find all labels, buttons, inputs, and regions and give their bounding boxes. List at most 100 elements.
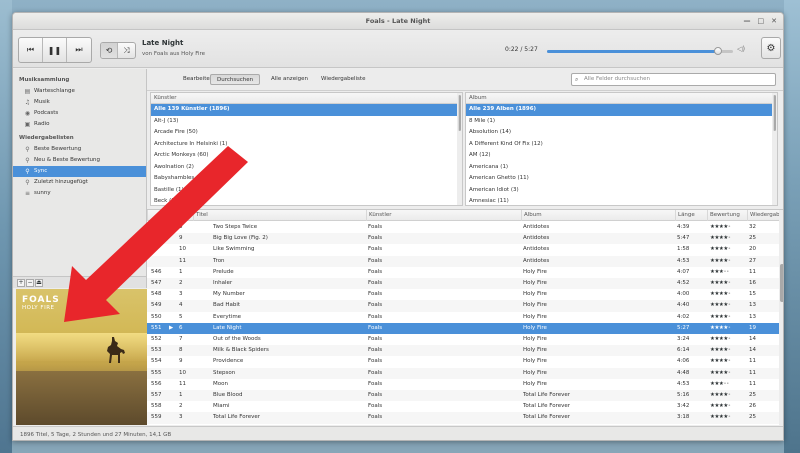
rating-stars[interactable]: ★★★★• bbox=[710, 244, 731, 255]
rating-stars[interactable]: ★★★★• bbox=[710, 390, 731, 401]
header-rating[interactable]: Bewertung bbox=[707, 210, 749, 221]
artist-item[interactable]: Arcade Fire (50) bbox=[151, 127, 462, 139]
album-item[interactable]: Americana (1) bbox=[466, 162, 777, 174]
rating-stars[interactable]: ★★★★• bbox=[710, 222, 731, 233]
star-icon[interactable]: • bbox=[728, 314, 731, 320]
album-item[interactable]: 8 Mile (1) bbox=[466, 116, 777, 128]
pause-button[interactable]: ❚❚ bbox=[43, 38, 67, 62]
star-icon[interactable]: • bbox=[728, 414, 731, 420]
table-row[interactable]: 547 2 Inhaler Foals Holy Fire 4:52 ★★★★• 16 bbox=[147, 278, 779, 290]
header-number[interactable] bbox=[147, 210, 177, 221]
rating-stars[interactable]: ★★★★• bbox=[710, 356, 731, 367]
eject-button[interactable]: ⏏ bbox=[35, 279, 43, 287]
table-row[interactable]: 550 5 Everytime Foals Holy Fire 4:02 ★★★★• 13 bbox=[147, 312, 779, 323]
repeat-button[interactable]: ⟲ bbox=[101, 43, 118, 58]
star-icon[interactable]: • bbox=[728, 347, 731, 353]
rating-stars[interactable]: ★★★★• bbox=[710, 368, 731, 379]
album-item[interactable]: Absolution (14) bbox=[466, 127, 777, 139]
star-icon[interactable]: • bbox=[726, 381, 729, 387]
close-icon[interactable]: ✕ bbox=[771, 13, 777, 30]
header-track[interactable]: Titel bbox=[177, 210, 193, 221]
artist-item[interactable]: Babyshambles (18) bbox=[151, 173, 462, 185]
rating-stars[interactable]: ★★★★• bbox=[710, 323, 731, 334]
star-icon[interactable]: • bbox=[728, 392, 731, 398]
sidebar-playlist-neu-beste-bewertung[interactable]: ⚲ Neu & Beste Bewertung bbox=[13, 155, 146, 166]
artist-item[interactable]: Bastille (1) bbox=[151, 185, 462, 197]
rating-stars[interactable]: ★★★★• bbox=[710, 300, 731, 311]
minimize-icon[interactable]: — bbox=[744, 13, 751, 30]
sidebar-playlist-beste-bewertung[interactable]: ⚲ Beste Bewertung bbox=[13, 144, 146, 155]
table-row[interactable]: 546 1 Prelude Foals Holy Fire 4:07 ★★★•• 11 bbox=[147, 267, 779, 278]
table-row[interactable]: 553 8 Milk & Black Spiders Foals Holy Fire 6:… bbox=[147, 345, 779, 357]
sidebar-item-radio[interactable]: ▣ Radio bbox=[13, 119, 146, 130]
album-item[interactable]: American Ghetto (11) bbox=[466, 173, 777, 185]
add-playlist-button[interactable]: + bbox=[17, 279, 25, 287]
star-icon[interactable]: • bbox=[728, 291, 731, 297]
table-row[interactable]: 552 7 Out of the Woods Foals Holy Fire 3:24 ★★… bbox=[147, 334, 779, 345]
sidebar-item-podcasts[interactable]: ◉ Podcasts bbox=[13, 108, 146, 119]
star-icon[interactable]: • bbox=[728, 235, 731, 241]
table-row[interactable]: 551 6 Late Night Foals Holy Fire 5:27 ★★★★• 19 ▶ bbox=[147, 322, 779, 334]
previous-button[interactable]: ⏮ bbox=[19, 38, 43, 62]
header-plays[interactable]: Wiedergaben bbox=[747, 210, 783, 221]
volume-icon[interactable]: ◁) bbox=[737, 45, 745, 53]
maximize-icon[interactable]: □ bbox=[758, 13, 765, 30]
star-icon[interactable]: • bbox=[728, 336, 731, 342]
table-row[interactable]: 558 2 Miami Foals Total Life Forever 3:42 ★★★★… bbox=[147, 401, 779, 412]
rating-stars[interactable]: ★★★★• bbox=[710, 289, 731, 300]
song-position-handle[interactable] bbox=[714, 47, 723, 55]
album-item[interactable]: Amnesiac (11) bbox=[466, 196, 777, 205]
star-icon[interactable]: • bbox=[728, 325, 731, 331]
table-row[interactable]: 548 3 My Number Foals Holy Fire 4:00 ★★★★• 15 bbox=[147, 289, 779, 300]
rating-stars[interactable]: ★★★★• bbox=[710, 412, 731, 423]
album-header[interactable]: Album bbox=[466, 93, 777, 104]
tab-alle-anzeigen[interactable]: Alle anzeigen bbox=[265, 74, 314, 85]
header-title[interactable]: Titel bbox=[193, 210, 366, 221]
album-item[interactable]: Alle 239 Alben (1896) bbox=[466, 104, 777, 116]
header-length[interactable]: Länge bbox=[675, 210, 707, 221]
star-icon[interactable]: • bbox=[728, 403, 731, 409]
artist-item[interactable]: Alle 139 Künstler (1896) bbox=[151, 104, 462, 116]
table-row[interactable]: 556 11 Moon Foals Holy Fire 4:53 ★★★•• 11 bbox=[147, 379, 779, 390]
remove-playlist-button[interactable]: − bbox=[26, 279, 34, 287]
artist-browser[interactable]: Künstler Alle 139 Künstler (1896) Alt-J (… bbox=[150, 92, 463, 206]
table-row[interactable]: 555 10 Stepson Foals Holy Fire 4:48 ★★★★• 11 bbox=[147, 367, 779, 379]
album-item[interactable]: American Idiot (3) bbox=[466, 185, 777, 197]
rating-stars[interactable]: ★★★★• bbox=[710, 345, 731, 356]
sidebar-playlist-sunny[interactable]: ≡ sunny bbox=[13, 188, 146, 199]
artist-item[interactable]: Awolnation (2) bbox=[151, 162, 462, 174]
rating-stars[interactable]: ★★★•• bbox=[710, 379, 729, 390]
album-browser[interactable]: Album Alle 239 Alben (1896) 8 Mile (1) Abs… bbox=[465, 92, 778, 206]
star-icon[interactable]: • bbox=[728, 246, 731, 252]
table-row[interactable]: 11 Tron Foals Antidotes 4:53 ★★★★• 27 bbox=[147, 255, 779, 267]
table-row[interactable]: 5604 Black GoldFoalsTotal Life Forever4:0… bbox=[147, 424, 779, 425]
star-icon[interactable]: • bbox=[728, 258, 731, 264]
sidebar-playlist-sync[interactable]: ⚲ Sync bbox=[13, 166, 146, 177]
sidebar-playlist-zuletzt-hinzugef-gt[interactable]: ⚲ Zuletzt hinzugefügt bbox=[13, 177, 146, 188]
star-icon[interactable]: • bbox=[728, 370, 731, 376]
rating-stars[interactable]: ★★★★• bbox=[710, 312, 731, 323]
artist-item[interactable]: Architecture In Helsinki (1) bbox=[151, 139, 462, 151]
star-icon[interactable]: • bbox=[728, 302, 731, 308]
star-icon[interactable]: • bbox=[728, 280, 731, 286]
title-bar[interactable]: Foals - Late Night — □ ✕ bbox=[13, 13, 783, 30]
album-item[interactable]: AM (12) bbox=[466, 150, 777, 162]
sidebar-item-musik[interactable]: ♫ Musik bbox=[13, 97, 146, 108]
artist-item[interactable]: Alt-J (13) bbox=[151, 116, 462, 128]
table-row[interactable]: 10 Like Swimming Foals Antidotes 1:58 ★★★★• 20 bbox=[147, 244, 779, 255]
shuffle-button[interactable]: ⤨ bbox=[118, 43, 135, 58]
tab-wiedergabeliste[interactable]: Wiedergabeliste bbox=[315, 74, 371, 85]
rating-stars[interactable]: ★★★★• bbox=[710, 233, 731, 244]
settings-button[interactable]: ⚙ bbox=[761, 37, 781, 59]
artist-item[interactable]: Beck (1) bbox=[151, 196, 462, 205]
table-row[interactable]: 8 Two Steps Twice Foals Antidotes 4:39 ★★★★• 3… bbox=[147, 222, 779, 233]
table-row[interactable]: 557 1 Blue Blood Foals Total Life Forever 5:1… bbox=[147, 390, 779, 402]
rating-stars[interactable]: ★★★★• bbox=[710, 401, 731, 412]
table-row[interactable]: 554 9 Providence Foals Holy Fire 4:06 ★★★★• 11 bbox=[147, 356, 779, 367]
rating-stars[interactable]: ★★★★• bbox=[710, 278, 731, 289]
artist-header[interactable]: Künstler bbox=[151, 93, 462, 104]
table-row[interactable]: 549 4 Bad Habit Foals Holy Fire 4:40 ★★★★• 13 bbox=[147, 300, 779, 312]
search-input[interactable]: ⌕ Alle Felder durchsuchen bbox=[571, 73, 776, 86]
rating-stars[interactable]: ★★★★• bbox=[710, 334, 731, 345]
track-list[interactable]: Titel Titel Künstler Album Länge Bewertung Wie… bbox=[147, 209, 783, 425]
